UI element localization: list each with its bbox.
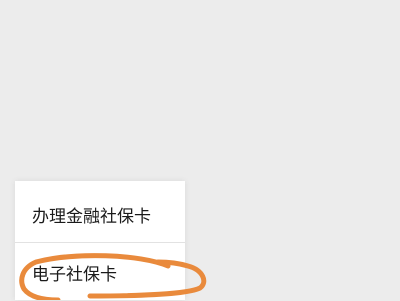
menu-item-label: 电子社保卡 xyxy=(32,264,117,285)
menu-item-label: 办理金融社保卡 xyxy=(32,206,151,227)
popup-menu: 办理金融社保卡 电子社保卡 xyxy=(15,181,185,300)
menu-item-apply-financial-social-security-card[interactable]: 办理金融社保卡 xyxy=(15,185,185,243)
menu-item-electronic-social-security-card[interactable]: 电子社保卡 xyxy=(15,243,185,301)
